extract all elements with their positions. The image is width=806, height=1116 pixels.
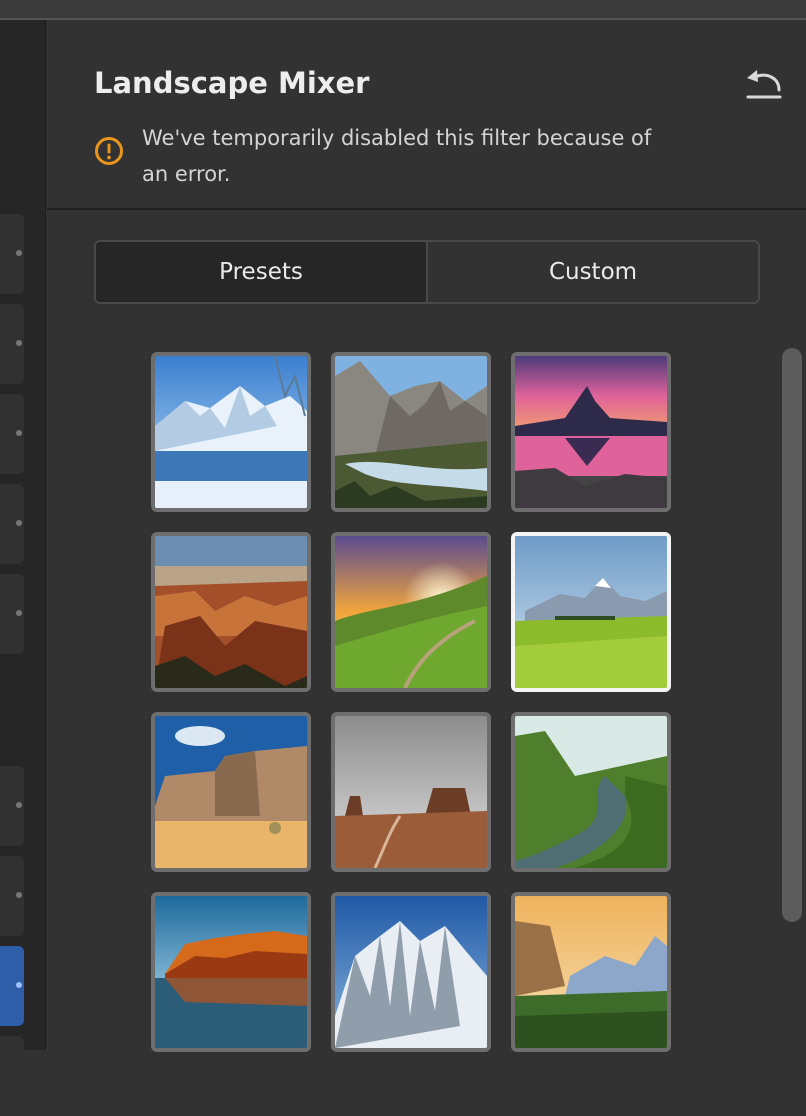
- strip-button-1[interactable]: [0, 214, 24, 294]
- preset-thumbnail[interactable]: [151, 712, 311, 872]
- preset-image: [155, 716, 307, 868]
- strip-button-4[interactable]: [0, 484, 24, 564]
- strip-button-2[interactable]: [0, 304, 24, 384]
- strip-button-7[interactable]: [0, 856, 24, 936]
- preset-image: [515, 716, 667, 868]
- preset-image: [155, 896, 307, 1048]
- mode-segmented-control: Presets Custom: [94, 240, 760, 304]
- dot-icon: [16, 892, 22, 898]
- preset-image: [155, 536, 307, 688]
- dot-icon: [16, 802, 22, 808]
- preset-image: [335, 896, 487, 1048]
- strip-button-9[interactable]: [0, 1036, 24, 1116]
- preset-image: [515, 356, 667, 508]
- preset-image: [335, 356, 487, 508]
- tab-custom[interactable]: Custom: [428, 242, 758, 302]
- preset-thumbnail[interactable]: [511, 712, 671, 872]
- preset-thumbnail[interactable]: [331, 352, 491, 512]
- dot-icon: [16, 982, 22, 988]
- reset-button[interactable]: [743, 66, 785, 100]
- alert-message: We've temporarily disabled this filter b…: [142, 126, 652, 186]
- preset-thumbnail[interactable]: [151, 532, 311, 692]
- preset-thumbnail[interactable]: [151, 352, 311, 512]
- undo-arrow-icon: [746, 70, 782, 99]
- warning-circle-icon: [94, 136, 124, 166]
- preset-thumbnail[interactable]: [151, 892, 311, 1052]
- panel-header: Landscape Mixer We've temporarily disabl…: [47, 20, 806, 210]
- dot-icon: [16, 430, 22, 436]
- strip-button-5[interactable]: [0, 574, 24, 654]
- dot-icon: [16, 520, 22, 526]
- strip-button-3[interactable]: [0, 394, 24, 474]
- preset-thumbnail[interactable]: [331, 892, 491, 1052]
- preset-thumbnail-selected[interactable]: [511, 532, 671, 692]
- preset-image: [515, 896, 667, 1048]
- strip-button-6[interactable]: [0, 766, 24, 846]
- window-top-bar: [0, 0, 806, 20]
- panel-title: Landscape Mixer: [94, 66, 370, 100]
- preset-image: [335, 716, 487, 868]
- filter-panel: Landscape Mixer We've temporarily disabl…: [47, 20, 806, 1052]
- preset-thumbnail[interactable]: [511, 352, 671, 512]
- dot-icon: [16, 610, 22, 616]
- preset-thumbnail[interactable]: [511, 892, 671, 1052]
- left-tool-strip: [0, 20, 46, 1116]
- preset-image: [155, 356, 307, 508]
- vertical-scrollbar[interactable]: [782, 348, 802, 922]
- dot-icon: [16, 250, 22, 256]
- preset-thumbnail[interactable]: [331, 712, 491, 872]
- strip-button-active[interactable]: [0, 946, 24, 1026]
- tab-presets[interactable]: Presets: [96, 242, 426, 302]
- preset-grid: [151, 352, 675, 1052]
- preset-image: [335, 536, 487, 688]
- preset-image: [515, 536, 667, 688]
- preset-thumbnail[interactable]: [331, 532, 491, 692]
- dot-icon: [16, 340, 22, 346]
